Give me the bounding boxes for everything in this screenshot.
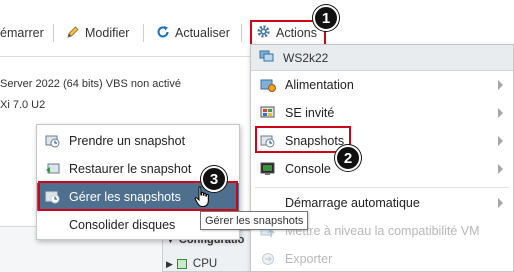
menu-item-label: Console [285, 162, 331, 176]
menu-item-label: Alimentation [285, 78, 354, 92]
menu-item-label: Mettre à niveau la compatibilité VM [285, 224, 480, 238]
step-badge-2: 2 [335, 145, 361, 171]
refresh-button[interactable]: Actualiser [156, 22, 230, 44]
take-snapshot-icon [37, 133, 69, 149]
toolbar-divider [53, 24, 54, 42]
modify-button[interactable]: Modifier [66, 22, 129, 44]
submenu-item-label: Prendre un snapshot [69, 134, 186, 148]
vm-name: WS2k22 [283, 50, 329, 65]
actions-menu: WS2k22 Alimentation SE invité Snapshots … [250, 44, 514, 272]
guest-os-icon [251, 105, 285, 121]
os-info: Server 2022 (64 bits) VBS non activé [0, 78, 181, 90]
toolbar-divider [143, 24, 144, 42]
snapshots-highlight-box [255, 126, 351, 153]
start-label: émarrer [0, 26, 44, 40]
submenu-item-label: Restaurer le snapshot [69, 162, 192, 176]
submenu-arrow-icon [498, 164, 503, 174]
submenu-arrow-icon [498, 136, 503, 146]
chevron-right-icon: ▶ [166, 258, 173, 269]
refresh-label: Actualiser [175, 26, 230, 40]
export-icon [251, 251, 285, 267]
toolbar-divider [241, 24, 242, 42]
menu-item-label: Exporter [285, 252, 333, 266]
menu-divider [255, 187, 509, 188]
step-badge-1: 1 [313, 5, 339, 31]
step-badge-3: 3 [201, 166, 227, 192]
cpu-row[interactable]: ▶ CPU [166, 258, 217, 270]
modify-label: Modifier [85, 26, 130, 40]
start-button[interactable]: émarrer [0, 22, 44, 44]
tooltip: Gérer les snapshots [200, 211, 309, 230]
submenu-item-take-snapshot[interactable]: Prendre un snapshot [37, 127, 239, 155]
vm-icon [259, 49, 275, 66]
restore-snapshot-icon [37, 161, 69, 177]
menu-item-export[interactable]: Exporter [251, 245, 513, 272]
submenu-arrow-icon [498, 198, 503, 208]
compatibility-info: Xi 7.0 U2 [0, 99, 46, 111]
pencil-icon [66, 25, 80, 42]
menu-vm-header: WS2k22 [251, 45, 513, 71]
cpu-icon [176, 259, 187, 269]
vm-summary: Server 2022 (64 bits) VBS non activé Xi … [0, 74, 181, 116]
refresh-icon [156, 25, 170, 42]
menu-item-console[interactable]: Console [251, 155, 513, 183]
menu-item-power[interactable]: Alimentation [251, 71, 513, 99]
submenu-arrow-icon [498, 80, 503, 90]
menu-item-label: Démarrage automatique [285, 196, 420, 210]
cpu-label: CPU [192, 258, 218, 270]
power-icon [251, 77, 285, 93]
menu-item-label: SE invité [285, 106, 335, 120]
menu-item-guest-os[interactable]: SE invité [251, 99, 513, 127]
submenu-item-label: Consolider disques [69, 218, 176, 232]
console-icon [251, 161, 285, 177]
submenu-arrow-icon [498, 108, 503, 118]
